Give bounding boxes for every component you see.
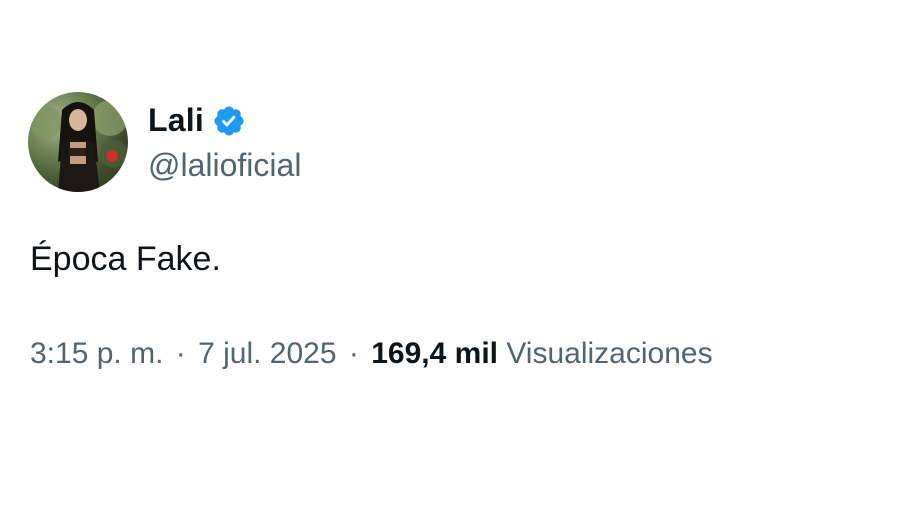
meta-separator: · — [175, 337, 186, 370]
avatar[interactable] — [28, 92, 128, 192]
name-row: Lali — [148, 101, 301, 141]
meta-separator: · — [348, 337, 359, 370]
tweet-date[interactable]: 7 jul. 2025 — [198, 337, 336, 370]
tweet-header: Lali @lalioficial — [28, 92, 888, 192]
avatar-image — [30, 100, 128, 192]
views-label[interactable]: Visualizaciones — [506, 337, 712, 370]
author-handle[interactable]: @lalioficial — [148, 147, 301, 184]
author-names: Lali @lalioficial — [148, 101, 301, 184]
author-display-name[interactable]: Lali — [148, 102, 204, 139]
tweet: Lali @lalioficial Época Fake. 3:15 p. m.… — [28, 92, 888, 371]
tweet-text: Época Fake. — [30, 240, 221, 278]
tweet-meta: 3:15 p. m. · 7 jul. 2025 · 169,4 mil Vis… — [30, 337, 888, 371]
tweet-time[interactable]: 3:15 p. m. — [30, 337, 163, 370]
verified-badge-icon[interactable] — [212, 104, 246, 138]
views-count[interactable]: 169,4 mil — [371, 337, 498, 370]
